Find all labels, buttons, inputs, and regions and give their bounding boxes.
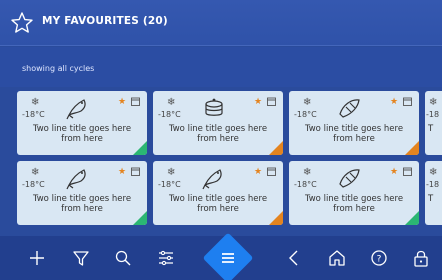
snowflake-icon: ❄ [167,97,176,108]
home-icon[interactable] [326,247,348,269]
card-title: Two line title goes here from here [168,124,268,144]
calendar-icon [267,97,276,106]
add-icon[interactable] [26,247,48,269]
snowflake-icon: ❄ [303,97,312,108]
favourite-star-icon[interactable]: ★ [390,167,398,177]
snowflake-icon: ❄ [31,167,40,178]
back-icon[interactable] [283,247,305,269]
calendar-icon [403,97,412,106]
card-title: Two line title goes here from here [32,194,132,214]
fish-icon [66,99,86,120]
snowflake-icon: ❄ [429,97,438,108]
fish-icon [66,169,86,190]
snowflake-icon: ❄ [31,97,40,108]
status-corner [269,141,283,155]
card-temperature: -18 [426,180,440,189]
calendar-icon [403,167,412,176]
card-temperature: -18 [426,110,440,119]
favourite-card[interactable]: ❄ -18°C ★ Two line title goes here from … [153,161,283,225]
favourite-star-icon[interactable]: ★ [254,167,262,177]
cake-icon [205,98,223,116]
snowflake-icon: ❄ [167,167,176,178]
status-corner [133,211,147,225]
card-temperature: -18°C [22,110,45,119]
favourite-star-icon[interactable]: ★ [390,97,398,107]
search-icon[interactable] [112,247,134,269]
favourite-card[interactable]: ❄ -18°C ★ Two line title goes here from … [17,161,147,225]
card-title: Two line title goes here from here [304,194,404,214]
card-temperature: -18°C [158,180,181,189]
subheader: showing all cycles [0,47,442,87]
favourites-grid: ❄ -18°C ★ Two line title goes here from … [0,87,442,236]
favourite-card[interactable]: ❄ -18 T [425,91,442,155]
settings-icon[interactable] [155,247,177,269]
card-title: T [428,124,434,134]
header: MY FAVOURITES (20) [0,0,442,46]
svg-text:?: ? [377,255,382,265]
help-icon[interactable]: ? [368,247,390,269]
star-icon[interactable] [10,11,34,35]
croissant-icon [339,169,360,188]
card-title: Two line title goes here from here [304,124,404,144]
menu-icon[interactable] [219,249,237,267]
favourite-card[interactable]: ❄ -18°C ★ Two line title goes here from … [289,91,419,155]
card-title: T [428,194,434,204]
calendar-icon [131,167,140,176]
filter-status-text: showing all cycles [22,64,95,73]
favourite-star-icon[interactable]: ★ [254,97,262,107]
favourite-card[interactable]: ❄ -18°C ★ Two line title goes here from … [153,91,283,155]
card-title: Two line title goes here from here [32,124,132,144]
lock-icon[interactable] [410,247,432,269]
card-temperature: -18°C [158,110,181,119]
calendar-icon [267,167,276,176]
card-temperature: -18°C [294,180,317,189]
snowflake-icon: ❄ [429,167,438,178]
status-corner [405,211,419,225]
favourite-card[interactable]: ❄ -18 T [425,161,442,225]
croissant-icon [339,99,360,118]
favourite-star-icon[interactable]: ★ [118,167,126,177]
status-corner [405,141,419,155]
favourite-card[interactable]: ❄ -18°C ★ Two line title goes here from … [17,91,147,155]
status-corner [133,141,147,155]
favourite-card[interactable]: ❄ -18°C ★ Two line title goes here from … [289,161,419,225]
snowflake-icon: ❄ [303,167,312,178]
filter-icon[interactable] [70,247,92,269]
card-title: Two line title goes here from here [168,194,268,214]
favourite-star-icon[interactable]: ★ [118,97,126,107]
card-temperature: -18°C [294,110,317,119]
card-temperature: -18°C [22,180,45,189]
fish-icon [202,169,222,190]
status-corner [269,211,283,225]
page-title: MY FAVOURITES (20) [42,15,168,27]
calendar-icon [131,97,140,106]
